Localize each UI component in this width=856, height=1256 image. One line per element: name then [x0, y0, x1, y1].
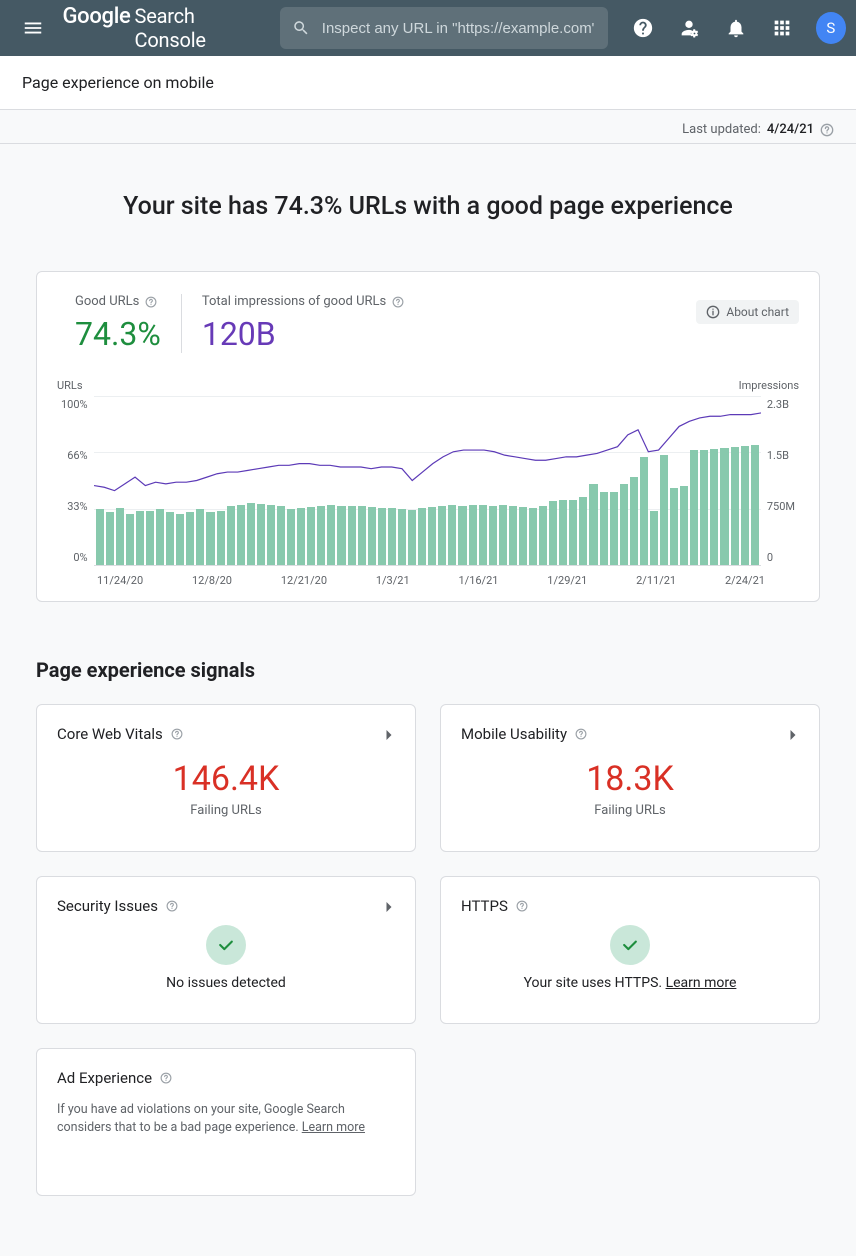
info-help-icon[interactable]: [171, 728, 183, 740]
impressions-label: Total impressions of good URLs: [202, 294, 386, 309]
info-help-icon[interactable]: [575, 728, 587, 740]
ad-title: Ad Experience: [57, 1069, 152, 1087]
page-title-bar: Page experience on mobile: [0, 56, 856, 110]
google-wordmark: Google: [63, 4, 131, 29]
right-axis-title: Impressions: [739, 379, 799, 392]
impressions-value: 120B: [202, 315, 404, 353]
page-experience-chart-card: Good URLs 74.3% Total impressions of goo…: [36, 271, 820, 602]
core-web-vitals-card[interactable]: Core Web Vitals 146.4K Failing URLs: [36, 704, 416, 852]
left-y-axis: 100%66%33%0%: [55, 396, 94, 566]
ad-experience-card: Ad Experience If you have ad violations …: [36, 1048, 416, 1196]
check-icon: [610, 925, 650, 965]
right-y-axis: 2.3B1.5B750M0: [761, 396, 801, 566]
good-urls-label: Good URLs: [75, 294, 139, 309]
https-learn-more-link[interactable]: Learn more: [666, 975, 737, 991]
chevron-right-icon: [783, 725, 803, 745]
hamburger-menu-icon[interactable]: [14, 8, 53, 48]
security-issues-card[interactable]: Security Issues No issues detected: [36, 876, 416, 1024]
info-help-icon[interactable]: [160, 1072, 172, 1084]
product-name: Search Console: [135, 4, 260, 52]
mobile-failing-label: Failing URLs: [461, 803, 799, 818]
headline-summary: Your site has 74.3% URLs with a good pag…: [36, 192, 820, 221]
security-message: No issues detected: [57, 975, 395, 991]
chevron-right-icon: [379, 897, 399, 917]
url-inspect-input[interactable]: [320, 19, 596, 38]
account-avatar[interactable]: S: [816, 12, 846, 44]
about-chart-button[interactable]: About chart: [696, 300, 799, 324]
https-card: HTTPS Your site uses HTTPS. Learn more: [440, 876, 820, 1024]
info-help-icon[interactable]: [820, 123, 834, 137]
check-icon: [206, 925, 246, 965]
app-bar: Google Search Console S: [0, 0, 856, 56]
ad-description: If you have ad violations on your site, …: [57, 1101, 395, 1137]
x-axis: 11/24/2012/8/2012/21/201/3/211/16/211/29…: [55, 566, 801, 587]
apps-grid-icon[interactable]: [763, 8, 802, 48]
about-chart-label: About chart: [726, 305, 789, 319]
mobile-title: Mobile Usability: [461, 725, 567, 743]
mobile-failing-value: 18.3K: [461, 759, 799, 799]
info-help-icon[interactable]: [516, 900, 528, 912]
page-experience-signals-title: Page experience signals: [36, 658, 820, 682]
chart-plot-area: [94, 396, 761, 566]
product-logo: Google Search Console: [63, 4, 260, 52]
mobile-usability-card[interactable]: Mobile Usability 18.3K Failing URLs: [440, 704, 820, 852]
ad-learn-more-link[interactable]: Learn more: [302, 1120, 365, 1135]
notifications-icon[interactable]: [717, 8, 756, 48]
chevron-right-icon: [379, 725, 399, 745]
last-updated-date: 4/24/21: [767, 122, 814, 137]
info-help-icon[interactable]: [145, 296, 157, 308]
https-message: Your site uses HTTPS. Learn more: [461, 975, 799, 991]
https-title: HTTPS: [461, 897, 508, 915]
last-updated-label: Last updated:: [682, 122, 761, 137]
help-icon[interactable]: [624, 8, 663, 48]
trend-chart: URLs Impressions 100%66%33%0% 2.3B1.5B75…: [55, 379, 801, 587]
cwv-failing-value: 146.4K: [57, 759, 395, 799]
url-inspect-search[interactable]: [280, 7, 608, 49]
good-urls-value: 74.3%: [75, 315, 161, 353]
search-icon: [292, 18, 310, 38]
security-title: Security Issues: [57, 897, 158, 915]
last-updated: Last updated: 4/24/21: [0, 110, 856, 143]
info-help-icon[interactable]: [392, 296, 404, 308]
info-icon: [706, 305, 720, 319]
page-title: Page experience on mobile: [22, 73, 214, 92]
cwv-failing-label: Failing URLs: [57, 803, 395, 818]
cwv-title: Core Web Vitals: [57, 725, 163, 743]
left-axis-title: URLs: [57, 379, 83, 392]
account-settings-icon[interactable]: [670, 8, 709, 48]
info-help-icon[interactable]: [166, 900, 178, 912]
